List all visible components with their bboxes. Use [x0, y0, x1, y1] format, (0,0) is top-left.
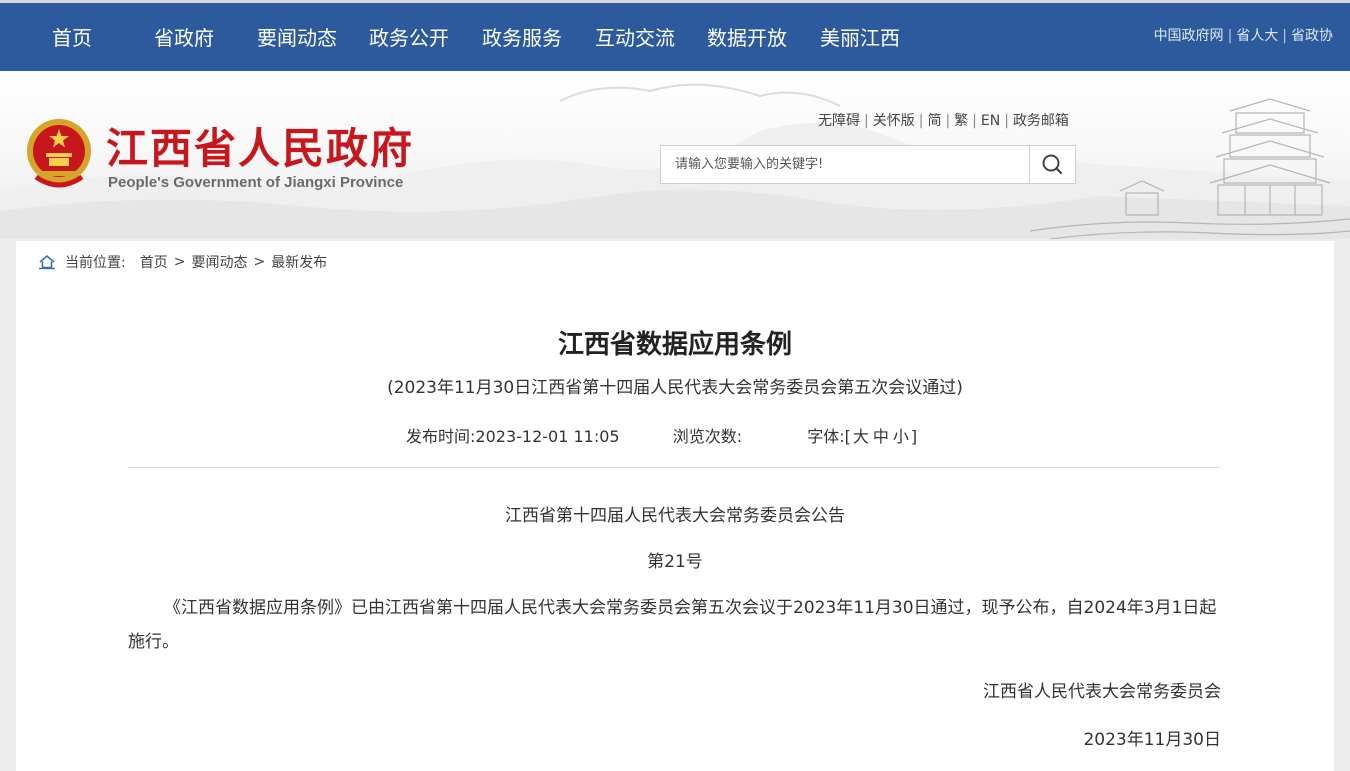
announcement-title: 江西省第十四届人民代表大会常务委员会公告	[505, 506, 845, 526]
link-provincial-congress[interactable]: 省人大	[1236, 28, 1278, 44]
font-size-bracket-close: ]	[910, 427, 918, 446]
font-size-label: 字体:	[807, 427, 845, 446]
nav-item-home[interactable]: 首页	[52, 21, 92, 55]
signature-date: 2023年11月30日	[1083, 730, 1221, 750]
site-title: 江西省人民政府	[106, 124, 415, 173]
breadcrumb-latest[interactable]: 最新发布	[271, 252, 327, 272]
nav-item-open-data[interactable]: 数据开放	[707, 21, 787, 55]
article-meta: 发布时间:2023-12-01 11:05 浏览次数: 字体:[大中小]	[406, 423, 917, 447]
breadcrumb-separator: >	[253, 254, 266, 270]
publish-time: 2023-12-01 11:05	[475, 427, 620, 446]
separator: |	[945, 113, 951, 129]
site-subtitle-english: People's Government of Jiangxi Province	[108, 174, 404, 191]
nav-item-news[interactable]: 要闻动态	[257, 21, 337, 55]
link-care-version[interactable]: 关怀版	[873, 113, 915, 129]
article-subtitle: (2023年11月30日江西省第十四届人民代表大会常务委员会第五次会议通过)	[387, 378, 963, 398]
link-provincial-cppcc[interactable]: 省政协	[1291, 28, 1333, 44]
breadcrumb-home[interactable]: 首页	[140, 252, 168, 272]
view-count-label: 浏览次数:	[672, 427, 743, 446]
header-banner: 江西省人民政府 People's Government of Jiangxi P…	[0, 71, 1350, 239]
link-china-gov[interactable]: 中国政府网	[1154, 28, 1224, 44]
article-body: 《江西省数据应用条例》已由江西省第十四届人民代表大会常务委员会第五次会议于202…	[128, 598, 1217, 652]
separator: |	[1227, 28, 1233, 44]
font-size-large[interactable]: 大	[853, 427, 869, 446]
search-box	[660, 145, 1076, 184]
title-divider	[128, 467, 1220, 468]
search-input[interactable]	[661, 146, 1029, 183]
top-external-links: 中国政府网 | 省人大 | 省政协	[1154, 25, 1333, 45]
nav-item-government-affairs-open[interactable]: 政务公开	[369, 21, 449, 55]
article-title: 江西省数据应用条例	[557, 330, 792, 360]
link-accessibility[interactable]: 无障碍	[818, 113, 860, 129]
font-size-medium[interactable]: 中	[873, 427, 889, 446]
link-simplified[interactable]: 简	[927, 113, 941, 129]
font-size-small[interactable]: 小	[893, 427, 909, 446]
breadcrumb-label: 当前位置:	[65, 255, 126, 271]
nav-item-province-government[interactable]: 省政府	[154, 21, 214, 55]
signature-organization: 江西省人民代表大会常务委员会	[983, 682, 1221, 702]
nav-item-government-services[interactable]: 政务服务	[482, 21, 562, 55]
announcement-number: 第21号	[647, 552, 703, 572]
separator: |	[1282, 28, 1287, 44]
nav-item-beautiful-jiangxi[interactable]: 美丽江西	[820, 21, 900, 55]
home-icon	[39, 254, 55, 270]
national-emblem-logo	[27, 119, 91, 188]
top-nav-bar: 首页 省政府 要闻动态 政务公开 政务服务 互动交流 数据开放 美丽江西 中国政…	[0, 0, 1350, 71]
breadcrumb-separator: >	[173, 254, 186, 270]
article-panel: 当前位置: 首页 > 要闻动态 > 最新发布 江西省数据应用条例 (2023年1…	[16, 241, 1334, 771]
breadcrumb: 当前位置: 首页 > 要闻动态 > 最新发布	[38, 252, 327, 272]
separator: |	[1004, 113, 1009, 129]
nav-item-interaction[interactable]: 互动交流	[595, 21, 675, 55]
font-size-bracket-open: [	[844, 427, 851, 446]
separator: |	[972, 113, 977, 129]
separator: |	[864, 113, 869, 129]
link-english[interactable]: EN	[981, 113, 1000, 129]
breadcrumb-news[interactable]: 要闻动态	[191, 252, 247, 272]
publish-time-label: 发布时间:	[406, 427, 476, 446]
pavilion-illustration	[1030, 98, 1350, 239]
link-traditional[interactable]: 繁	[954, 113, 968, 129]
separator: |	[918, 113, 924, 129]
